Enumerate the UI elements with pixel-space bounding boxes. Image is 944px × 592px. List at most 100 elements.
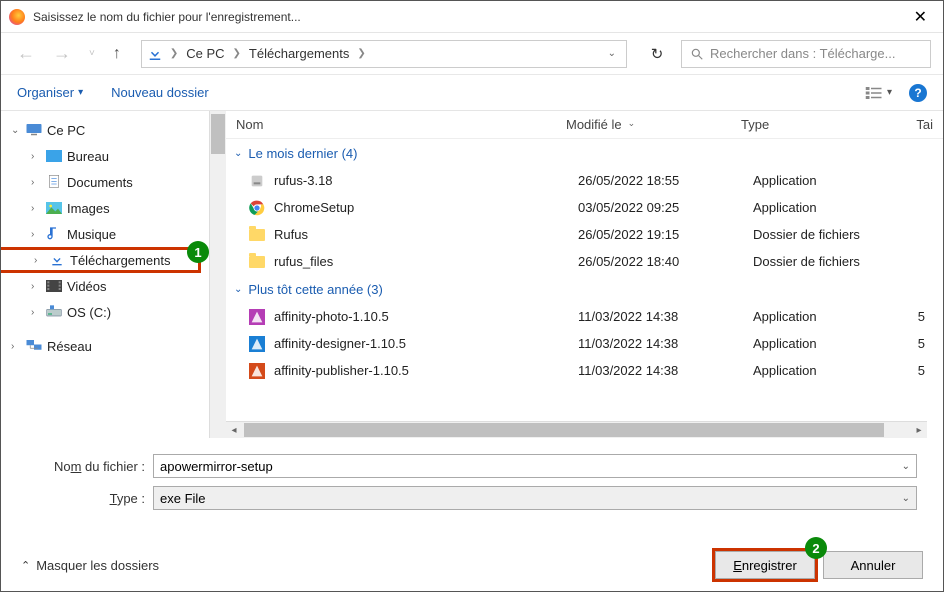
- filename-input[interactable]: apowermirror-setup ⌄: [153, 454, 917, 478]
- file-date: 26/05/2022 18:55: [578, 173, 753, 188]
- fields-area: Nom du fichier : apowermirror-setup ⌄ Ty…: [1, 438, 943, 522]
- file-icon: [248, 362, 266, 380]
- group-header[interactable]: ⌄ Le mois dernier (4): [226, 139, 943, 167]
- file-type: Application: [753, 173, 903, 188]
- tree-downloads[interactable]: › Téléchargements: [1, 247, 201, 273]
- up-button[interactable]: ↑: [109, 43, 125, 65]
- file-name: Rufus: [274, 227, 308, 242]
- cancel-button[interactable]: Annuler: [823, 551, 923, 579]
- tree-this-pc[interactable]: ⌄ Ce PC: [1, 117, 226, 143]
- videos-icon: [45, 278, 63, 294]
- recent-dropdown[interactable]: ˅: [85, 46, 99, 61]
- chevron-right-icon[interactable]: ›: [11, 341, 25, 352]
- breadcrumb-root[interactable]: Ce PC: [180, 46, 230, 61]
- file-row[interactable]: affinity-designer-1.10.511/03/2022 14:38…: [226, 330, 943, 357]
- file-icon: [248, 335, 266, 353]
- file-row[interactable]: Rufus 26/05/2022 19:15Dossier de fichiers: [226, 221, 943, 248]
- file-date: 26/05/2022 19:15: [578, 227, 753, 242]
- back-button[interactable]: ←: [13, 41, 39, 66]
- downloads-icon: [48, 252, 66, 268]
- file-icon: [248, 172, 266, 190]
- tree-videos[interactable]: › Vidéos: [1, 273, 226, 299]
- file-row[interactable]: rufus-3.18 26/05/2022 18:55Application: [226, 167, 943, 194]
- chevron-right-icon[interactable]: ›: [31, 203, 45, 214]
- file-icon: [248, 308, 266, 326]
- file-name: affinity-designer-1.10.5: [274, 336, 406, 351]
- file-size: 5: [903, 363, 943, 378]
- file-type: Application: [753, 309, 903, 324]
- hide-folders-button[interactable]: ⌃ Masquer les dossiers: [21, 558, 159, 573]
- file-name: ChromeSetup: [274, 200, 354, 215]
- view-options-button[interactable]: ▾: [858, 82, 899, 104]
- chevron-right-icon[interactable]: ›: [31, 177, 45, 188]
- chevron-right-icon[interactable]: ›: [31, 307, 45, 318]
- chevron-down-icon: ▾: [78, 87, 83, 98]
- chevron-down-icon[interactable]: ⌄: [902, 461, 910, 472]
- group-header[interactable]: ⌄ Plus tôt cette année (3): [226, 275, 943, 303]
- file-date: 26/05/2022 18:40: [578, 254, 753, 269]
- tree-scrollbar[interactable]: [209, 111, 226, 438]
- file-size: 5: [903, 336, 943, 351]
- col-name[interactable]: Nom: [226, 117, 556, 132]
- file-icon: [248, 199, 266, 217]
- forward-button[interactable]: →: [49, 41, 75, 66]
- file-row[interactable]: rufus_files26/05/2022 18:40Dossier de fi…: [226, 248, 943, 275]
- filename-label: Nom du fichier :: [27, 459, 153, 474]
- file-type: Application: [753, 336, 903, 351]
- chevron-right-icon: ❯: [231, 48, 243, 59]
- chevron-down-icon: ▾: [887, 87, 892, 98]
- scroll-right-icon[interactable]: ▸: [911, 422, 927, 438]
- file-type: Application: [753, 363, 903, 378]
- chevron-right-icon[interactable]: ›: [34, 255, 48, 266]
- tree-desktop[interactable]: › Bureau: [1, 143, 226, 169]
- search-icon: [690, 47, 704, 61]
- breadcrumb-dropdown[interactable]: ⌄: [602, 48, 622, 59]
- tree-network[interactable]: › Réseau: [1, 333, 226, 359]
- organize-menu[interactable]: Organiser ▾: [17, 85, 83, 100]
- pc-icon: [25, 122, 43, 138]
- search-input[interactable]: Rechercher dans : Télécharge...: [681, 40, 931, 68]
- file-name: rufus-3.18: [274, 173, 333, 188]
- window-title: Saisissez le nom du fichier pour l'enreg…: [33, 10, 906, 24]
- tree-osdrive[interactable]: › OS (C:): [1, 299, 226, 325]
- scroll-left-icon[interactable]: ◂: [226, 422, 242, 438]
- new-folder-button[interactable]: Nouveau dossier: [111, 85, 209, 100]
- chevron-down-icon: ⌄: [234, 284, 242, 295]
- drive-icon: [45, 304, 63, 320]
- col-type[interactable]: Type: [731, 117, 881, 132]
- chevron-right-icon: ❯: [355, 48, 367, 59]
- network-icon: [25, 338, 43, 354]
- file-date: 03/05/2022 09:25: [578, 200, 753, 215]
- help-button[interactable]: ?: [909, 84, 927, 102]
- col-modified[interactable]: Modifié le⌄: [556, 117, 731, 132]
- chevron-down-icon[interactable]: ⌄: [902, 493, 910, 504]
- desktop-icon: [45, 148, 63, 164]
- refresh-button[interactable]: ↻: [643, 40, 671, 68]
- file-type: Dossier de fichiers: [753, 254, 903, 269]
- file-size: 5: [903, 309, 943, 324]
- file-row[interactable]: affinity-publisher-1.10.511/03/2022 14:3…: [226, 357, 943, 384]
- horizontal-scrollbar[interactable]: ◂ ▸: [226, 421, 927, 438]
- chevron-right-icon[interactable]: ›: [31, 229, 45, 240]
- type-label: Type :: [27, 491, 153, 506]
- toolbar: Organiser ▾ Nouveau dossier ▾ ?: [1, 75, 943, 111]
- breadcrumb[interactable]: ❯ Ce PC ❯ Téléchargements ❯ ⌄: [141, 40, 627, 68]
- tree-pane: ⌄ Ce PC › Bureau › Documents › Images › …: [1, 111, 226, 438]
- col-size[interactable]: Tai: [881, 117, 943, 132]
- close-button[interactable]: ✕: [906, 3, 935, 31]
- breadcrumb-folder[interactable]: Téléchargements: [243, 46, 355, 61]
- file-row[interactable]: affinity-photo-1.10.511/03/2022 14:38App…: [226, 303, 943, 330]
- tree-pictures[interactable]: › Images: [1, 195, 226, 221]
- chevron-down-icon[interactable]: ⌄: [11, 125, 25, 136]
- chevron-right-icon[interactable]: ›: [31, 281, 45, 292]
- file-type: Dossier de fichiers: [753, 227, 903, 242]
- documents-icon: [45, 174, 63, 190]
- pictures-icon: [45, 200, 63, 216]
- type-select[interactable]: exe File ⌄: [153, 486, 917, 510]
- file-row[interactable]: ChromeSetup03/05/2022 09:25Application: [226, 194, 943, 221]
- save-button[interactable]: Enregistrer: [715, 551, 815, 579]
- chevron-up-icon: ⌃: [21, 559, 30, 572]
- sort-indicator-icon: ⌄: [628, 118, 636, 128]
- chevron-right-icon[interactable]: ›: [31, 151, 45, 162]
- tree-documents[interactable]: › Documents: [1, 169, 226, 195]
